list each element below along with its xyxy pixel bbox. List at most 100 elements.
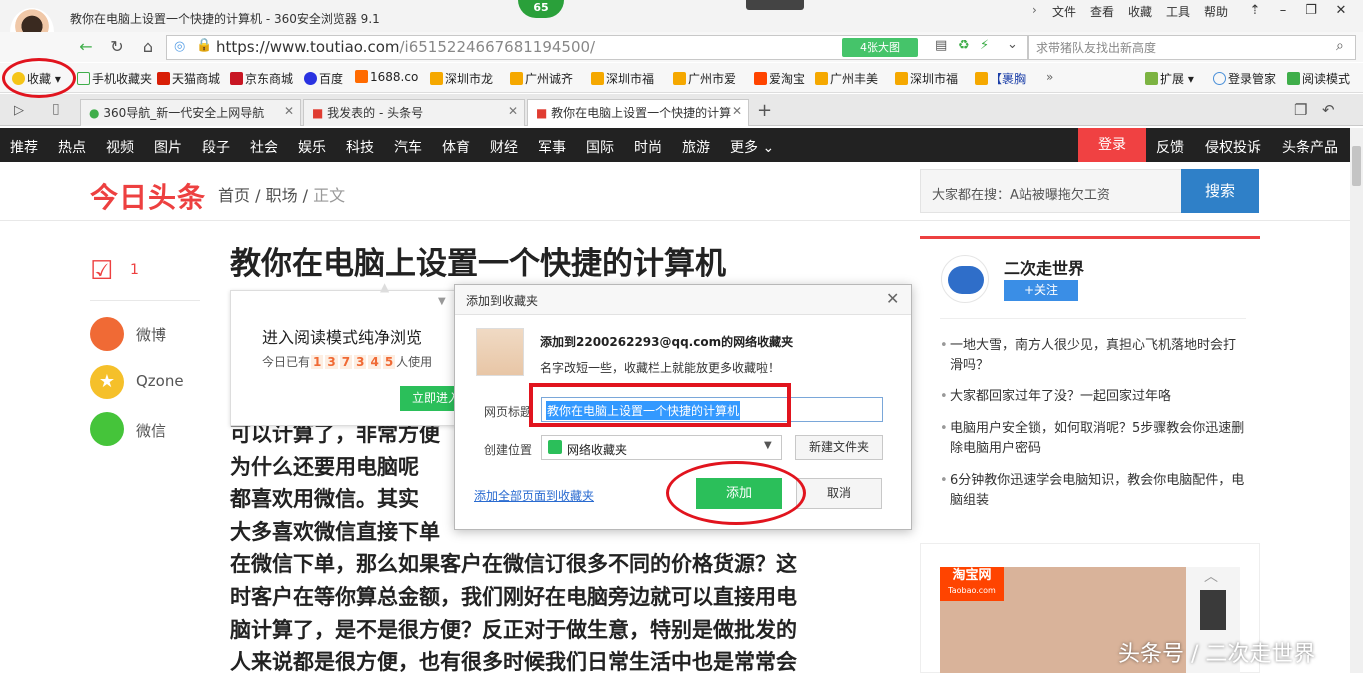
reading-mode-button[interactable]: 阅读模式 <box>1287 70 1350 87</box>
weibo-icon[interactable] <box>90 317 124 351</box>
reader-icon[interactable]: ▤ <box>935 38 947 53</box>
sidebar-toggle-icon[interactable]: ▷ <box>14 103 24 118</box>
back-icon[interactable]: ← <box>74 36 98 58</box>
site-search-button[interactable]: 搜索 <box>1181 169 1259 213</box>
menu-tools[interactable]: 工具 <box>1166 3 1190 20</box>
tab-my-posts[interactable]: ■ 我发表的 - 头条号 ✕ <box>303 99 525 126</box>
news-item[interactable]: 电脑用户安全锁，如何取消呢？5步骤教会你迅速删除电脑用户密码 <box>940 419 1246 459</box>
add-all-pages-link[interactable]: 添加全部页面到收藏夹 <box>474 487 594 504</box>
bookmark-item[interactable]: 广州诚齐 <box>510 70 573 87</box>
news-item[interactable]: 一地大雪，南方人很少见，真担心飞机落地时会打滑吗？ <box>940 336 1246 376</box>
new-tab-icon[interactable]: + <box>757 100 772 121</box>
tab-360-nav[interactable]: ● 360导航_新一代安全上网导航 ✕ <box>80 99 301 126</box>
bookmark-item[interactable]: 深圳市福 <box>895 70 958 87</box>
search-icon[interactable]: ⌕ <box>1336 38 1344 54</box>
feedback-link[interactable]: 反馈 <box>1156 137 1184 157</box>
tab-list-icon[interactable]: ❐ <box>1294 101 1307 119</box>
nav-society[interactable]: 社会 <box>250 137 278 157</box>
nav-fashion[interactable]: 时尚 <box>634 137 662 157</box>
recycle-icon[interactable]: ♻ <box>958 38 970 53</box>
phone-icon[interactable]: ▯ <box>52 101 60 117</box>
nav-hot[interactable]: 热点 <box>58 137 86 157</box>
minimize-button[interactable]: – <box>1269 0 1297 22</box>
report-link[interactable]: 侵权投诉 <box>1205 137 1261 157</box>
bookmark-item[interactable]: 【裹胸 <box>975 70 1026 87</box>
nav-cars[interactable]: 汽车 <box>394 137 422 157</box>
breadcrumb-category[interactable]: 职场 <box>266 186 298 205</box>
nav-finance[interactable]: 财经 <box>490 137 518 157</box>
close-tab-icon[interactable]: ✕ <box>508 104 518 118</box>
login-button[interactable]: 登录 <box>1078 128 1146 162</box>
author-avatar[interactable] <box>941 255 989 303</box>
bookmark-item[interactable]: 百度 <box>304 70 343 87</box>
undo-close-icon[interactable]: ↶ <box>1322 101 1335 119</box>
nav-recommend[interactable]: 推荐 <box>10 137 38 157</box>
chevron-down-icon[interactable]: ⌄ <box>1007 37 1018 52</box>
bookmark-item[interactable]: 天猫商城 <box>157 70 220 87</box>
popup-caret-icon[interactable]: ▼ <box>438 296 446 307</box>
nav-images[interactable]: 图片 <box>154 137 182 157</box>
login-manager-button[interactable]: 登录管家 <box>1213 70 1276 87</box>
dropdown-arrow-icon[interactable]: ▼ <box>764 440 772 451</box>
nav-travel[interactable]: 旅游 <box>682 137 710 157</box>
new-folder-button[interactable]: 新建文件夹 <box>795 435 883 460</box>
ad-thumbnail[interactable] <box>1200 590 1226 630</box>
big-image-button[interactable]: 4张大图 <box>842 38 918 57</box>
wechat-icon[interactable] <box>90 412 124 446</box>
bookmark-item[interactable]: 爱淘宝 <box>754 70 805 87</box>
bookmark-item[interactable]: 深圳市福 <box>591 70 654 87</box>
close-tab-icon[interactable]: ✕ <box>732 104 742 118</box>
bookmark-item[interactable]: 京东商城 <box>230 70 293 87</box>
menu-view[interactable]: 查看 <box>1090 3 1114 20</box>
news-item[interactable]: 大家都回家过年了没？一起回家过年咯 <box>940 387 1246 407</box>
dialog-close-icon[interactable]: ✕ <box>886 289 899 308</box>
nav-international[interactable]: 国际 <box>586 137 614 157</box>
news-item[interactable]: 6分钟教你迅速学会电脑知识，教会你电脑配件，电脑组装 <box>940 471 1246 511</box>
pin-icon[interactable]: ⇡ <box>1241 0 1269 22</box>
close-window-button[interactable]: ✕ <box>1327 0 1355 22</box>
tab-article[interactable]: ■ 教你在电脑上设置一个快捷的计算 ✕ <box>527 99 749 126</box>
url-text[interactable]: https://www.toutiao.com/i651522466768119… <box>216 38 595 56</box>
nav-entertainment[interactable]: 娱乐 <box>298 137 326 157</box>
close-tab-icon[interactable]: ✕ <box>284 104 294 118</box>
home-icon[interactable]: ⌂ <box>136 36 160 58</box>
chevron-right-icon[interactable]: › <box>1032 3 1037 17</box>
qzone-icon[interactable]: ★ <box>90 365 124 399</box>
menu-file[interactable]: 文件 <box>1052 3 1076 20</box>
bookmark-item[interactable]: 手机收藏夹 <box>77 70 152 87</box>
scrollbar-thumb[interactable] <box>1352 146 1361 186</box>
share-wechat-label[interactable]: 微信 <box>136 420 166 441</box>
page-scrollbar[interactable] <box>1350 128 1363 673</box>
maximize-button[interactable]: ❐ <box>1297 0 1325 22</box>
share-qzone-label[interactable]: Qzone <box>136 372 184 390</box>
enter-reading-button[interactable]: 立即进入 <box>400 386 456 411</box>
mini-widget[interactable] <box>746 0 804 10</box>
products-link[interactable]: 头条产品 <box>1282 137 1338 157</box>
bookmark-item[interactable]: 广州市爱 <box>673 70 736 87</box>
breadcrumb-home[interactable]: 首页 <box>218 186 250 205</box>
site-logo[interactable]: 今日头条 <box>90 176 206 216</box>
cancel-button[interactable]: 取消 <box>796 478 882 509</box>
nav-sports[interactable]: 体育 <box>442 137 470 157</box>
security-shield-icon[interactable]: ◎ <box>174 39 185 54</box>
bookmark-item[interactable]: 1688.co <box>355 70 418 84</box>
bookmarks-more-button[interactable]: » <box>1046 70 1053 84</box>
refresh-icon[interactable]: ↻ <box>105 36 129 58</box>
nav-tech[interactable]: 科技 <box>346 137 374 157</box>
taobao-logo[interactable]: 淘宝网 Taobao.com <box>940 567 1004 601</box>
bolt-icon[interactable]: ⚡ <box>980 38 989 53</box>
bookmark-item[interactable]: 深圳市龙 <box>430 70 493 87</box>
menu-favorites[interactable]: 收藏 <box>1128 3 1152 20</box>
share-weibo-label[interactable]: 微博 <box>136 324 166 345</box>
nav-jokes[interactable]: 段子 <box>202 137 230 157</box>
extensions-button[interactable]: 扩展 ▾ <box>1145 70 1194 87</box>
nav-video[interactable]: 视频 <box>106 137 134 157</box>
nav-military[interactable]: 军事 <box>538 137 566 157</box>
author-name[interactable]: 二次走世界 <box>1004 255 1084 279</box>
nav-more[interactable]: 更多 ⌄ <box>730 137 774 157</box>
bookmark-item[interactable]: 广州丰美 <box>815 70 878 87</box>
follow-button[interactable]: +关注 <box>1004 280 1078 301</box>
menu-help[interactable]: 帮助 <box>1204 3 1228 20</box>
comment-icon[interactable]: ☑ <box>90 256 113 286</box>
chevron-up-icon[interactable]: ︿ <box>1204 566 1218 586</box>
